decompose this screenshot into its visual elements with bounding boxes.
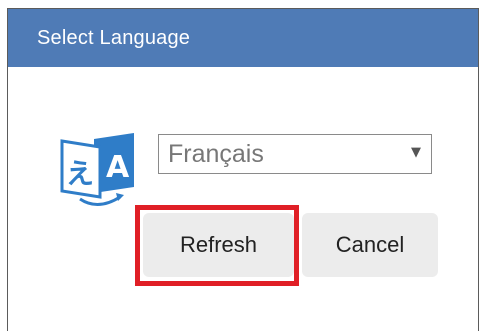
dropdown-arrow-icon: ▼ xyxy=(411,145,421,160)
language-select[interactable]: Français ▼ xyxy=(158,134,432,174)
svg-text:え: え xyxy=(66,157,94,190)
translate-icon: A え xyxy=(60,133,134,206)
svg-text:A: A xyxy=(106,150,130,185)
language-select-value: Français xyxy=(168,140,264,168)
refresh-button[interactable]: Refresh xyxy=(143,213,294,277)
dialog-titlebar: Select Language xyxy=(8,9,478,67)
dialog-title: Select Language xyxy=(37,27,191,49)
cancel-button[interactable]: Cancel xyxy=(302,213,438,277)
